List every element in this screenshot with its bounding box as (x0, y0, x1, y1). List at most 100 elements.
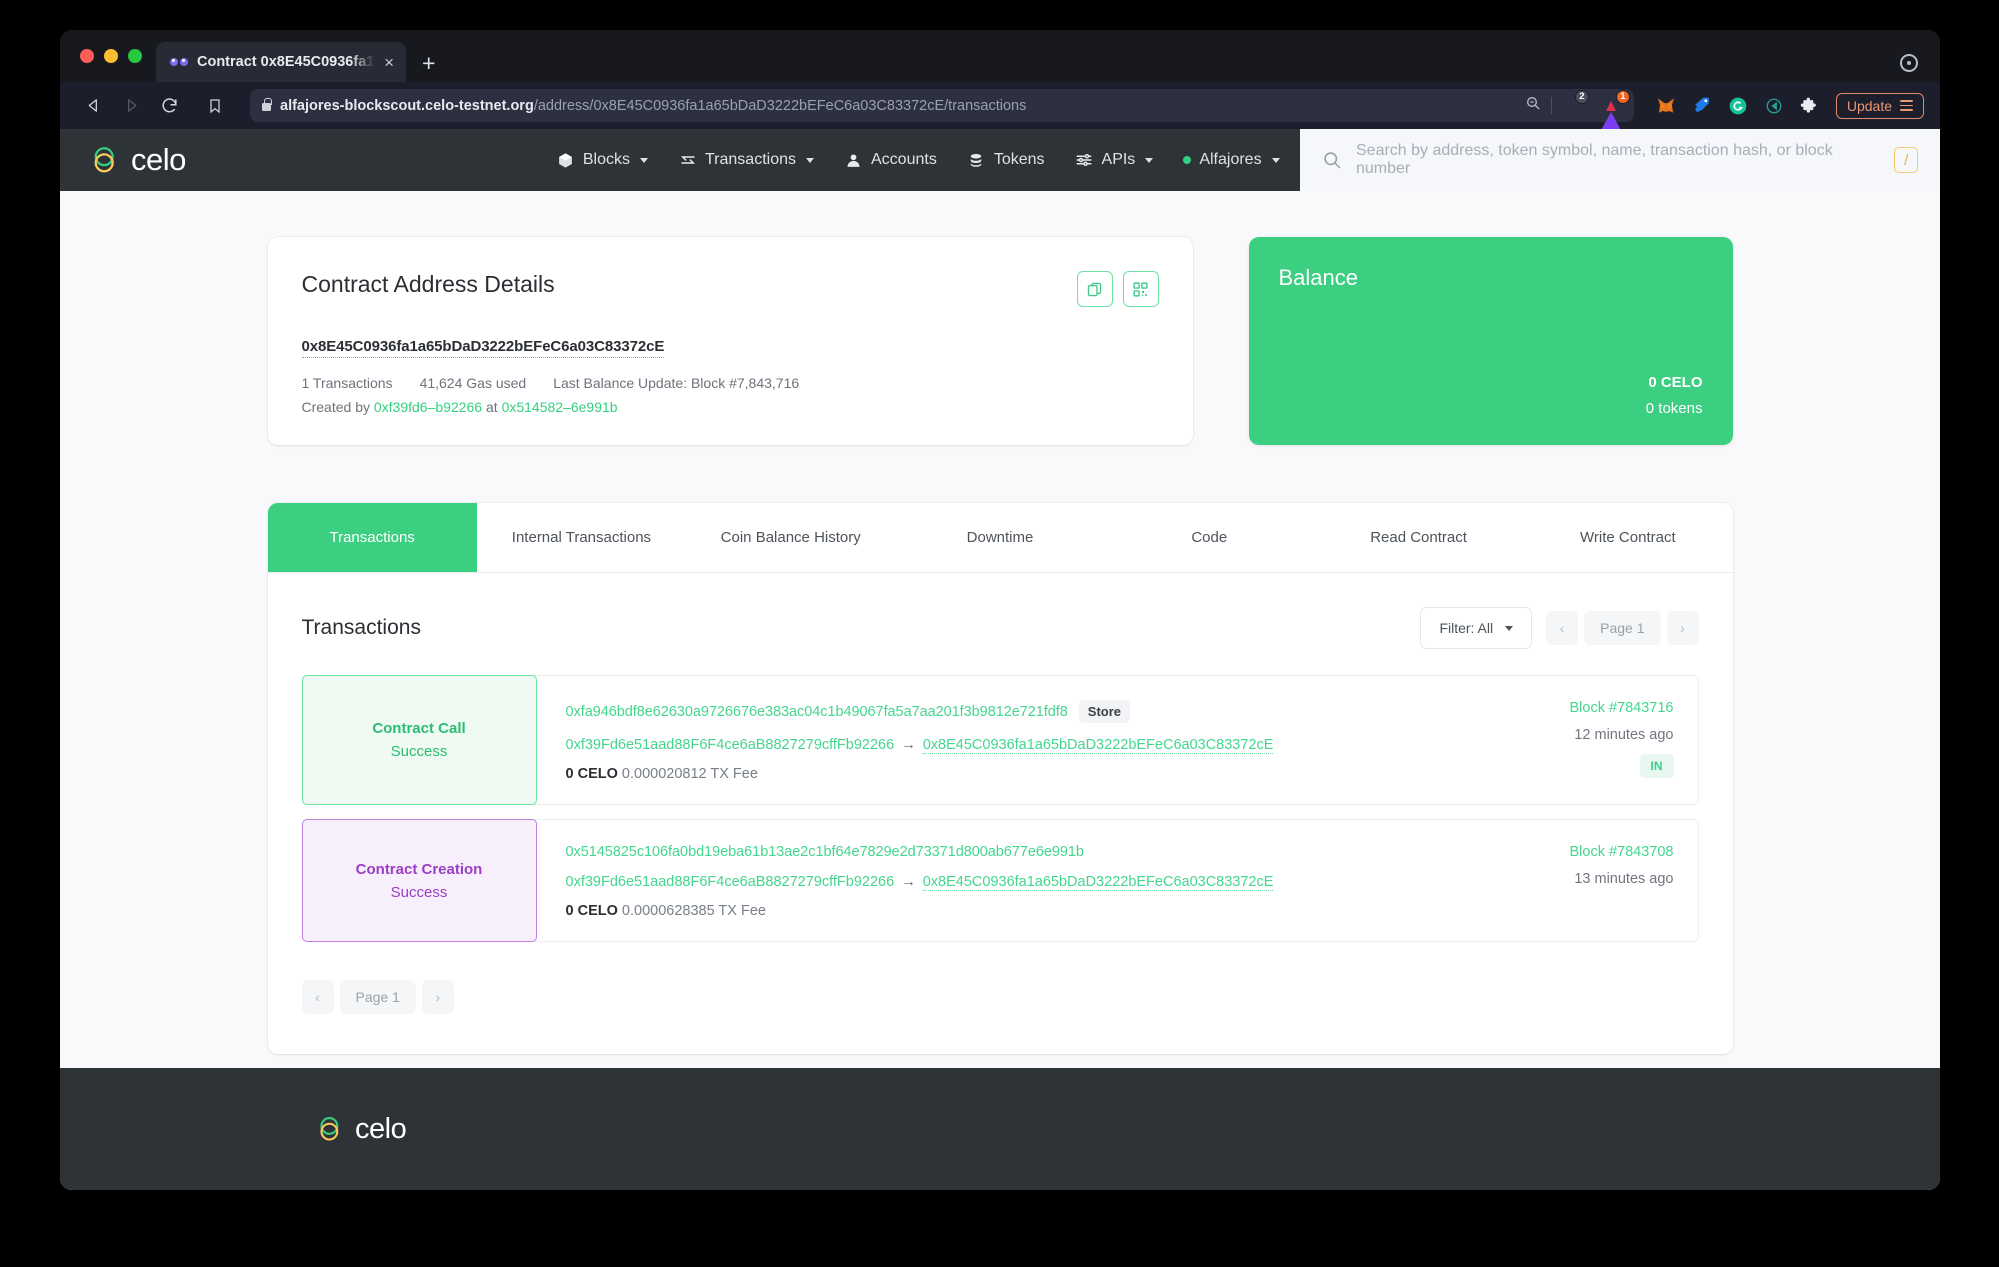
person-icon (844, 151, 863, 170)
extensions-puzzle-icon[interactable] (1800, 95, 1821, 116)
balance-title: Balance (1279, 265, 1703, 291)
filter-dropdown[interactable]: Filter: All (1420, 607, 1532, 649)
tab-transactions[interactable]: Transactions (268, 503, 477, 572)
tab-write-contract[interactable]: Write Contract (1523, 503, 1732, 572)
search-icon (1322, 150, 1342, 170)
current-page-label[interactable]: Page 1 (1584, 611, 1660, 645)
transactions-count: 1 Transactions (302, 375, 393, 391)
tx-from-address-link[interactable]: 0xf39Fd6e51aad88F6F4ce6aB8827279cffFb922… (566, 737, 895, 753)
back-icon[interactable] (76, 89, 110, 123)
nav-item-tokens[interactable]: Tokens (967, 151, 1045, 170)
browser-menu-icon[interactable] (1900, 100, 1913, 110)
tab-read-contract[interactable]: Read Contract (1314, 503, 1523, 572)
tab-code[interactable]: Code (1105, 503, 1314, 572)
tab-coin-balance-history[interactable]: Coin Balance History (686, 503, 895, 572)
tx-age: 12 minutes ago (1574, 727, 1673, 743)
tx-status-label: Success (391, 743, 448, 760)
browser-extensions-area: Update (1656, 93, 1924, 119)
grammarly-icon[interactable] (1728, 95, 1749, 116)
tx-block-link[interactable]: Block #7843708 (1570, 844, 1674, 860)
browser-tab[interactable]: Contract 0x8E45C0936fa1a65b × (156, 42, 406, 82)
next-page-button[interactable]: › (1667, 611, 1699, 645)
tx-hash-link[interactable]: 0x5145825c106fa0bd19eba61b13ae2c1bf64e78… (566, 844, 1084, 860)
transactions-panel: Transactions Filter: All ‹ Page 1 › (268, 573, 1733, 1054)
nav-item-network-label: Alfajores (1199, 151, 1261, 169)
prev-page-button[interactable]: ‹ (1546, 611, 1578, 645)
creator-address-link[interactable]: 0xf39fd6–b92266 (374, 399, 482, 415)
page-title: Contract Address Details (302, 271, 555, 298)
tx-value: 0 CELO (566, 903, 618, 919)
close-tab-icon[interactable]: × (384, 54, 394, 71)
filter-dropdown-label: Filter: All (1439, 620, 1493, 636)
browser-window: Contract 0x8E45C0936fa1a65b × + alfajore… (60, 30, 1940, 1190)
last-balance-update: Last Balance Update: Block #7,843,716 (553, 375, 799, 391)
forward-icon[interactable] (114, 89, 148, 123)
close-window-button[interactable] (80, 49, 94, 63)
cube-icon (556, 151, 575, 170)
nav-item-accounts[interactable]: Accounts (844, 151, 937, 170)
reload-icon[interactable] (152, 89, 186, 123)
nav-item-apis[interactable]: APIs (1075, 151, 1154, 170)
tx-to-address-link[interactable]: 0x8E45C0936fa1a65bDaD3222bEFeC6a03C83372… (923, 874, 1274, 891)
update-button-label: Update (1847, 98, 1892, 114)
tx-from-address-link[interactable]: 0xf39Fd6e51aad88F6F4ce6aB8827279cffFb922… (566, 874, 895, 890)
search-input[interactable]: Search by address, token symbol, name, t… (1356, 142, 1880, 178)
window-settings-icon[interactable] (1900, 54, 1918, 72)
tx-to-address-link[interactable]: 0x8E45C0936fa1a65bDaD3222bEFeC6a03C83372… (923, 737, 1274, 754)
celo-logo[interactable]: celo (92, 142, 186, 178)
maximize-window-button[interactable] (128, 49, 142, 63)
new-tab-button[interactable]: + (422, 52, 435, 75)
tx-value: 0 CELO (566, 766, 618, 782)
metamask-fox-icon[interactable] (1656, 95, 1677, 116)
nav-item-transactions[interactable]: Transactions (678, 151, 814, 170)
tx-type-label: Contract Creation (356, 861, 483, 878)
tx-method-chip: Store (1079, 700, 1130, 723)
current-page-label[interactable]: Page 1 (340, 980, 416, 1014)
extension-triangle-icon[interactable]: 1 (1600, 95, 1622, 117)
nav-item-blocks[interactable]: Blocks (556, 151, 648, 170)
contract-tabs-card: Transactions Internal Transactions Coin … (268, 503, 1733, 1054)
minimize-window-button[interactable] (104, 49, 118, 63)
arrow-right-icon: → (898, 874, 919, 890)
chevron-down-icon (1272, 158, 1280, 163)
address-bar[interactable]: alfajores-blockscout.celo-testnet.org/ad… (250, 89, 1634, 122)
tab-downtime[interactable]: Downtime (895, 503, 1104, 572)
celo-footer-wordmark: celo (355, 1113, 406, 1146)
search-shortcut-key: / (1894, 147, 1918, 173)
creation-tx-link[interactable]: 0x514582–6e991b (502, 399, 618, 415)
bookmark-icon[interactable] (198, 89, 232, 123)
copy-address-button[interactable] (1077, 271, 1113, 307)
update-button[interactable]: Update (1836, 93, 1924, 119)
qr-code-button[interactable] (1123, 271, 1159, 307)
transactions-icon (678, 151, 697, 170)
sliders-icon (1075, 151, 1094, 170)
browser-toolbar: alfajores-blockscout.celo-testnet.org/ad… (60, 82, 1940, 129)
tx-type-badge: Contract Creation Success (302, 819, 537, 942)
next-page-button[interactable]: › (422, 980, 454, 1014)
table-row[interactable]: Contract Creation Success 0x5145825c106f… (302, 819, 1699, 942)
teal-circle-extension-icon[interactable] (1764, 95, 1785, 116)
brave-shields-icon[interactable]: 2 (1562, 95, 1584, 117)
browser-tab-title: Contract 0x8E45C0936fa1a65b (197, 54, 375, 70)
contract-address-details-card: Contract Address Details 0x8E45C0936fa1 (268, 237, 1193, 445)
tx-type-badge: Contract Call Success (302, 675, 537, 805)
zoom-icon[interactable] (1525, 95, 1541, 116)
lock-icon (262, 103, 271, 111)
top-pagination: ‹ Page 1 › (1546, 611, 1698, 645)
nav-item-network[interactable]: Alfajores (1183, 151, 1279, 169)
tab-internal-transactions[interactable]: Internal Transactions (477, 503, 686, 572)
tx-direction-badge: IN (1640, 754, 1674, 778)
tx-age: 13 minutes ago (1574, 871, 1673, 887)
toolbar-divider (1551, 97, 1552, 114)
contract-address[interactable]: 0x8E45C0936fa1a65bDaD3222bEFeC6a03C83372… (302, 338, 665, 358)
balance-tokens: 0 tokens (1279, 400, 1703, 417)
chevron-down-icon (806, 158, 814, 163)
search-bar[interactable]: Search by address, token symbol, name, t… (1300, 129, 1940, 191)
table-row[interactable]: Contract Call Success 0xfa946bdf8e62630a… (302, 675, 1699, 805)
tx-hash-link[interactable]: 0xfa946bdf8e62630a9726676e383ac04c1b4906… (566, 704, 1068, 720)
prev-page-button[interactable]: ‹ (302, 980, 334, 1014)
tx-block-link[interactable]: Block #7843716 (1570, 700, 1674, 716)
contract-tabs: Transactions Internal Transactions Coin … (268, 503, 1733, 573)
created-at-label: at (486, 399, 498, 415)
blue-tag-extension-icon[interactable] (1692, 95, 1713, 116)
